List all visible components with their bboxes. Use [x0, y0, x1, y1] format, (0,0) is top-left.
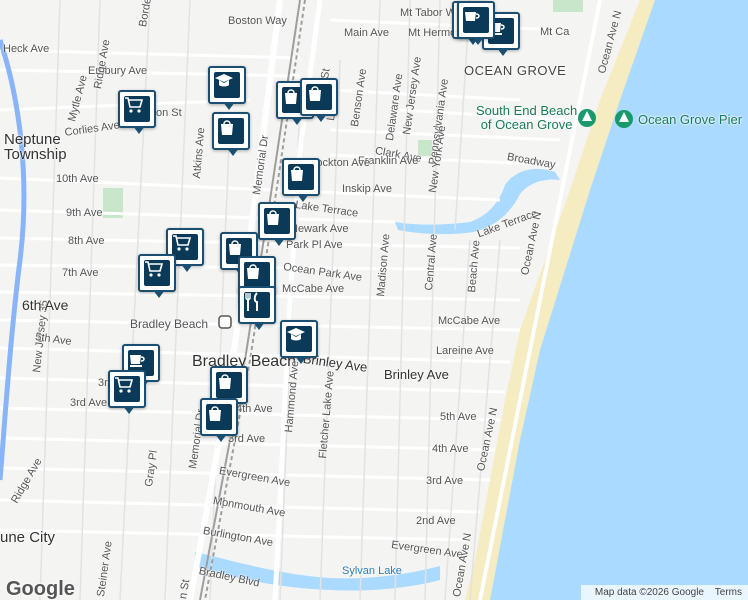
map-base [0, 0, 748, 600]
map-pin[interactable] [200, 398, 238, 442]
shopping-cart-icon [114, 376, 140, 402]
shopping-bag-icon [244, 262, 270, 288]
street-label: 10th Ave [56, 173, 99, 185]
street-label: Brinley Ave [384, 367, 449, 382]
shopping-bag-icon [206, 404, 232, 430]
map-pin[interactable] [138, 254, 176, 298]
poi-label: South End Beach of Ocean Grove [476, 103, 578, 133]
map-pin[interactable] [457, 1, 495, 45]
street-label: 2nd Ave [416, 515, 456, 527]
street-label: McCabe Ave [438, 315, 501, 327]
fork-knife-icon [244, 292, 270, 318]
street-label: McCabe Ave [282, 283, 345, 295]
street-label: 4th Ave [432, 443, 469, 455]
map-pin[interactable] [258, 202, 296, 246]
map-canvas[interactable]: Heck Ave Boston Way Borden Ave Main Ave … [0, 0, 748, 600]
street-label: Main Ave [344, 27, 390, 39]
street-label: Inskip Ave [342, 183, 392, 195]
street-label: 8th Ave [68, 235, 105, 247]
station-label: Bradley Beach [130, 317, 209, 331]
town-label: Neptune Township [4, 131, 67, 163]
street-label: 5th Ave [440, 411, 477, 423]
terms-link[interactable]: Terms [715, 587, 742, 598]
google-logo[interactable]: Google [6, 578, 75, 600]
street-label: 3rd Ave [70, 397, 108, 409]
street-label: Lareine Ave [436, 345, 494, 357]
street-label: 6th Ave [22, 297, 69, 313]
map-attribution: Map data ©2026 Google Terms [580, 585, 748, 600]
map-pin[interactable] [280, 320, 318, 364]
shopping-cart-icon [124, 96, 150, 122]
map-pin[interactable] [208, 66, 246, 110]
street-label: Park Pl Ave [286, 239, 343, 251]
shopping-cart-icon [144, 260, 170, 286]
map-pin[interactable] [282, 158, 320, 202]
shopping-bag-icon [216, 372, 242, 398]
town-label: OCEAN GROVE [464, 63, 567, 78]
map-pin[interactable] [118, 90, 156, 134]
street-label: Boston Way [228, 15, 287, 27]
map-data-text: Map data ©2026 Google [594, 587, 704, 598]
map-pin[interactable] [238, 286, 276, 330]
street-label: 4th Ave [236, 403, 273, 415]
shopping-bag-icon [288, 164, 314, 190]
street-label: Newark Ave [290, 223, 349, 235]
street-label: Heck Ave [3, 43, 50, 55]
town-label: une City [0, 529, 56, 546]
graduation-cap-icon [286, 326, 312, 352]
shopping-bag-icon [264, 208, 290, 234]
map-pin[interactable] [108, 370, 146, 414]
street-label: 7th Ave [62, 267, 99, 279]
street-label: 9th Ave [66, 207, 103, 219]
graduation-cap-icon [214, 72, 240, 98]
coffee-cup-icon [463, 7, 489, 33]
street-label: 3rd Ave [426, 475, 464, 487]
shopping-bag-icon [306, 84, 332, 110]
street-label: Mt Ca [540, 26, 570, 38]
poi-label: Ocean Grove Pier [638, 112, 743, 127]
map-pin[interactable] [300, 78, 338, 122]
water-label: Sylvan Lake [342, 565, 402, 577]
street-label: on St [156, 107, 182, 119]
map-pin[interactable] [212, 112, 250, 156]
shopping-bag-icon [218, 118, 244, 144]
